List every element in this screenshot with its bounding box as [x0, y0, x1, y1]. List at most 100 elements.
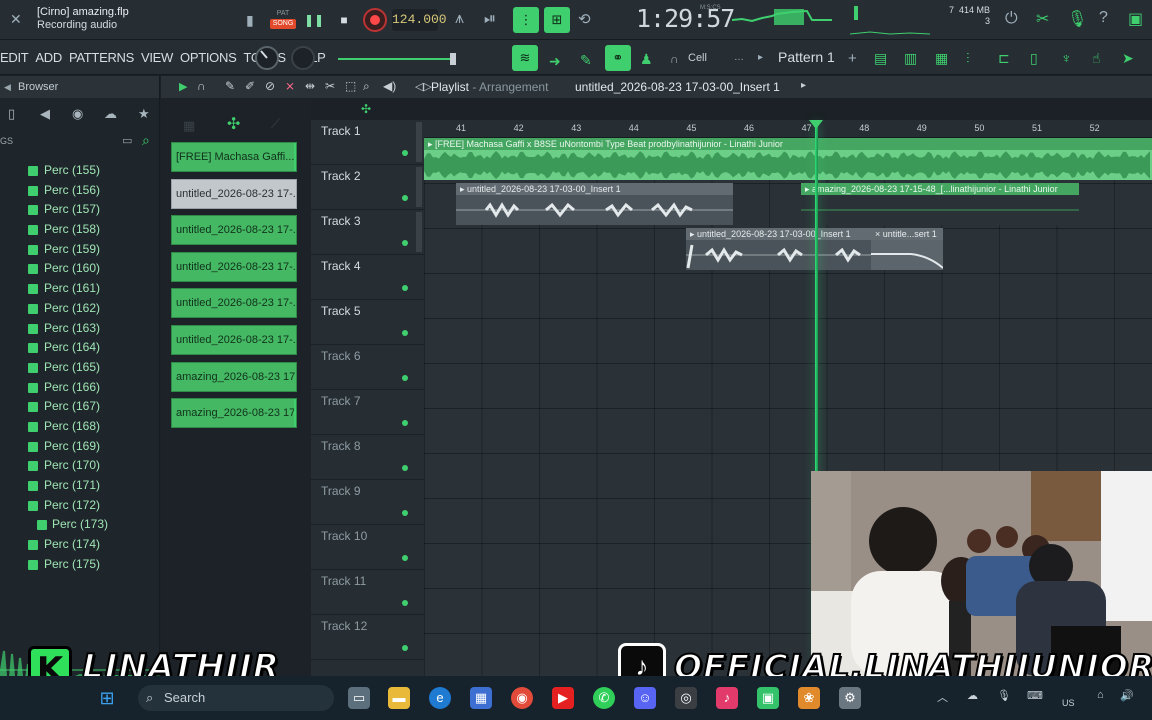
pat-song-toggle[interactable]: PAT SONG: [270, 9, 296, 31]
track-enable-led[interactable]: [402, 195, 408, 201]
taskbar-search[interactable]: ⌕ Search: [138, 685, 334, 711]
browser-item[interactable]: Perc (173): [0, 515, 160, 535]
metronome-icon[interactable]: ⩚: [455, 10, 464, 28]
pause-button[interactable]: ❚❚: [303, 9, 325, 31]
slice-icon[interactable]: ✂: [325, 79, 335, 93]
clip-track2-b[interactable]: ▸ amazing_2026-08-23 17-15-48_[...linath…: [801, 183, 1079, 225]
blend-notes-button[interactable]: ⊞: [544, 7, 570, 33]
mic-tray-icon[interactable]: 🎙: [997, 689, 1011, 702]
track-header[interactable]: Track 11: [311, 570, 424, 615]
send-icon[interactable]: ➤: [1122, 50, 1134, 67]
capcut-icon[interactable]: ▣: [757, 687, 779, 709]
select-icon[interactable]: ⬚: [345, 79, 356, 93]
arrow-right-icon[interactable]: ➜: [549, 53, 561, 70]
browser-item[interactable]: Perc (169): [0, 437, 160, 457]
mixer-view-icon[interactable]: ⫶: [966, 50, 970, 67]
cloud-icon[interactable]: ☁: [104, 106, 117, 122]
clip-source-item[interactable]: amazing_2026-08-23 17...: [171, 398, 297, 429]
browser-item[interactable]: Perc (155): [0, 161, 160, 181]
play-pattern-icon[interactable]: ▶: [179, 80, 187, 93]
pattern-prev-icon[interactable]: ▸: [758, 52, 763, 63]
automation-icon[interactable]: ⟋: [271, 116, 280, 132]
browser-item[interactable]: Perc (161): [0, 279, 160, 299]
wait-input-icon[interactable]: ⏯: [484, 10, 496, 27]
track-enable-led[interactable]: [402, 375, 408, 381]
browser-item[interactable]: Perc (175): [0, 555, 160, 575]
dropdown-icon[interactable]: ◁▷: [415, 80, 432, 93]
star-icon[interactable]: ★: [138, 106, 150, 122]
language-indicator[interactable]: US: [1062, 698, 1075, 708]
mixer-icon[interactable]: ▮: [246, 12, 254, 29]
snap-button[interactable]: ≋: [512, 45, 538, 71]
menu-patterns[interactable]: PATTERNS: [69, 50, 134, 65]
paint-icon[interactable]: ✐: [245, 79, 255, 93]
microphone-icon[interactable]: 🎙: [1067, 9, 1087, 29]
slip-icon[interactable]: ⇹: [305, 79, 315, 93]
playhead-marker[interactable]: [809, 120, 823, 130]
file-explorer-icon[interactable]: ▬: [388, 687, 410, 709]
tools-icon[interactable]: ✂: [1036, 9, 1049, 29]
browser-item[interactable]: Perc (172): [0, 496, 160, 516]
browser-item[interactable]: Perc (170): [0, 456, 160, 476]
obs-icon[interactable]: ◎: [675, 687, 697, 709]
pattern-icon[interactable]: ▦: [183, 118, 195, 134]
volume-icon[interactable]: 🔊: [1120, 689, 1134, 702]
settings-icon[interactable]: ⚙: [839, 687, 861, 709]
track-enable-led[interactable]: [402, 510, 408, 516]
browser-item[interactable]: Perc (162): [0, 299, 160, 319]
track-header[interactable]: Track 7: [311, 390, 424, 435]
clip-dropdown-icon[interactable]: ▸: [801, 80, 806, 91]
browser-item[interactable]: Perc (159): [0, 240, 160, 260]
track-enable-led[interactable]: [402, 150, 408, 156]
clip-beat[interactable]: ▸ [FREE] Machasa Gaffi x B8SE uNontombi …: [424, 138, 1152, 180]
clip-source-item[interactable]: untitled_2026-08-23 17-...: [171, 215, 297, 246]
snap-mode[interactable]: Cell: [688, 52, 707, 64]
menu-add[interactable]: ADD: [35, 50, 62, 65]
clip-source-item[interactable]: untitled_2026-08-23 17-...: [171, 325, 297, 355]
clip-track2-a[interactable]: ▸ untitled_2026-08-23 17-03-00_Insert 1: [456, 183, 733, 225]
browser-item[interactable]: Perc (158): [0, 220, 160, 240]
brush-icon[interactable]: ✎: [580, 52, 592, 69]
tray-chevron-icon[interactable]: ︿: [937, 689, 948, 705]
browser-item[interactable]: Perc (163): [0, 319, 160, 339]
browser-item[interactable]: Perc (168): [0, 417, 160, 437]
clip-source-item[interactable]: untitled_2026-08-23 17-...: [171, 178, 297, 209]
clip-track3-b[interactable]: × untitle...sert 1: [871, 228, 943, 270]
youtube-icon[interactable]: ▶: [552, 687, 574, 709]
menu-edit[interactable]: EDIT: [0, 50, 29, 65]
track-resize-grip[interactable]: [416, 167, 422, 207]
tempo-display[interactable]: 124.000: [392, 9, 447, 31]
track-header[interactable]: Track 12: [311, 615, 424, 660]
audio-clip-icon[interactable]: ✣: [227, 114, 240, 134]
tiktok-app-icon[interactable]: ♪: [716, 687, 738, 709]
track-header[interactable]: Track 5: [311, 300, 424, 345]
track-enable-led[interactable]: [402, 645, 408, 651]
track-header[interactable]: Track 10: [311, 525, 424, 570]
whatsapp-icon[interactable]: ✆: [593, 687, 615, 709]
browser-item[interactable]: Perc (160): [0, 259, 160, 279]
onedrive-icon[interactable]: ☁: [967, 689, 978, 702]
discord-icon[interactable]: ☺: [634, 687, 656, 709]
master-volume-knob[interactable]: [254, 45, 280, 71]
track-enable-led[interactable]: [402, 330, 408, 336]
browser-item[interactable]: Perc (171): [0, 476, 160, 496]
clip-source-item[interactable]: amazing_2026-08-23 17...: [171, 361, 297, 392]
track-enable-led[interactable]: [402, 465, 408, 471]
save-icon[interactable]: ▣: [1128, 9, 1143, 29]
browser-item[interactable]: Perc (174): [0, 535, 160, 555]
plugin-picker-icon[interactable]: ⊏: [998, 50, 1010, 67]
pattern-selector[interactable]: Pattern 1: [778, 49, 835, 65]
more-icon[interactable]: …: [734, 52, 744, 63]
delete-icon[interactable]: ⊘: [265, 79, 275, 93]
task-view-icon[interactable]: ▭: [348, 687, 370, 709]
track-header[interactable]: Track 2: [311, 165, 424, 210]
magnet-icon[interactable]: ∩: [670, 52, 679, 66]
store-icon[interactable]: ▦: [470, 687, 492, 709]
browser-item[interactable]: Perc (157): [0, 200, 160, 220]
pencil-icon[interactable]: ✎: [225, 79, 235, 93]
zoom-icon[interactable]: ⌕: [363, 79, 370, 94]
horizontal-zoom-icon[interactable]: ✣: [361, 102, 371, 116]
clip-source-item[interactable]: untitled_2026-08-23 17-...: [171, 251, 297, 282]
track-resize-grip[interactable]: [416, 122, 422, 162]
track-header[interactable]: Track 3: [311, 210, 424, 255]
